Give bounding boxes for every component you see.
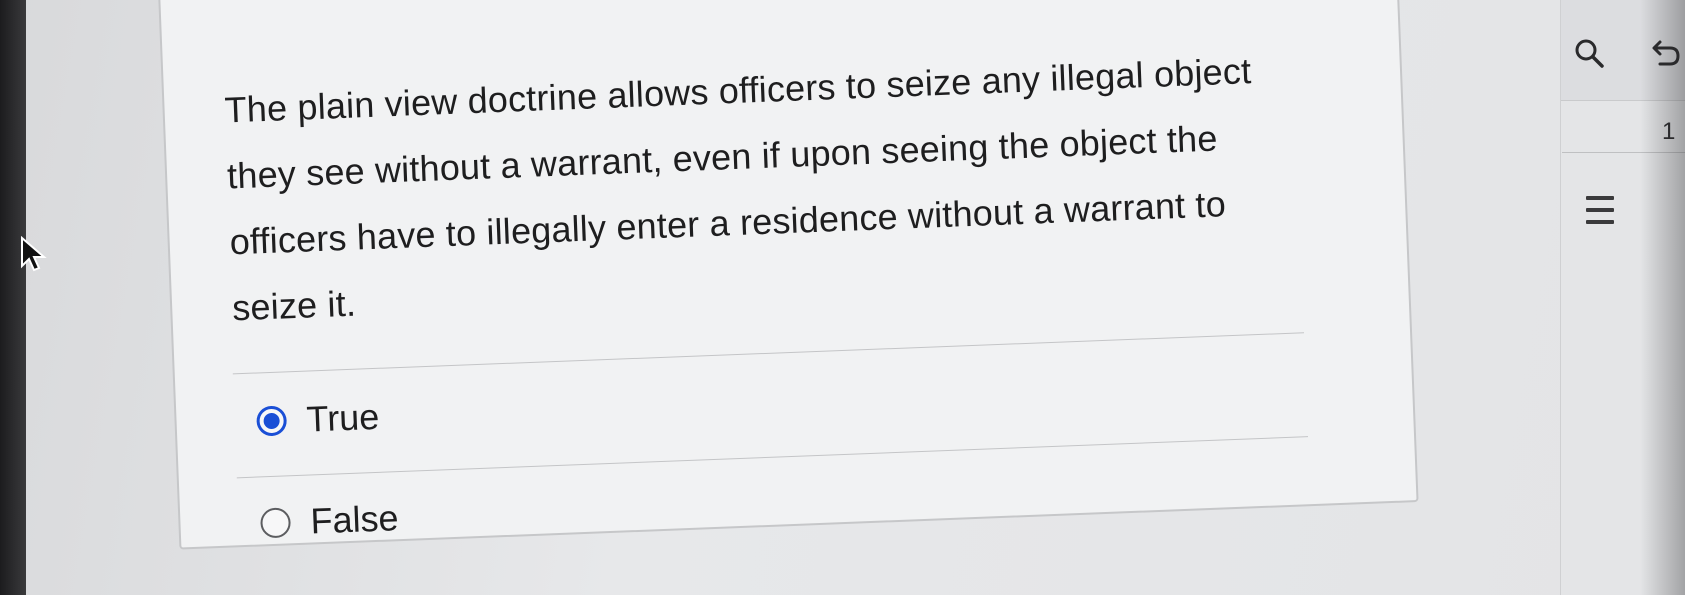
option-false[interactable]: False [259,497,400,544]
divider [232,332,1305,375]
search-icon[interactable] [1572,36,1606,70]
menu-icon[interactable] [1586,196,1616,232]
screen: The plain view doctrine allows officers … [0,0,1685,595]
question-text: The plain view doctrine allows officers … [223,50,1252,329]
tool-sidebar [1560,0,1685,595]
mouse-cursor-icon [21,236,47,272]
undo-icon[interactable] [1648,38,1682,72]
option-false-label: False [309,497,400,542]
radio-true[interactable] [256,405,288,437]
monitor-bezel [0,0,26,595]
page-divider [1562,152,1685,153]
page-number: 1 [1662,118,1676,145]
divider [236,436,1309,479]
option-true[interactable]: True [256,396,380,443]
question-card: The plain view doctrine allows officers … [158,0,1419,550]
option-true-label: True [305,395,381,440]
radio-false[interactable] [259,507,292,539]
